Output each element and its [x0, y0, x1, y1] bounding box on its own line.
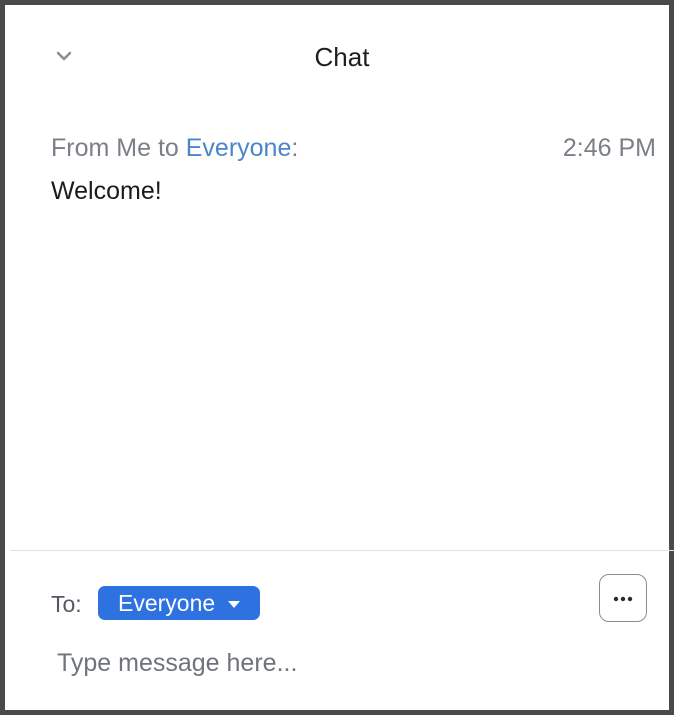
message-timestamp: 2:46 PM [562, 134, 656, 162]
message-sender-line: From Me to Everyone: [51, 134, 298, 163]
recipient-dropdown-label: Everyone [118, 589, 216, 616]
message-recipient-link[interactable]: Everyone [186, 134, 292, 162]
recipient-dropdown[interactable]: Everyone [98, 586, 261, 620]
message-text[interactable]: Welcome! [51, 177, 162, 206]
caret-down-icon [228, 600, 241, 608]
composer-divider [10, 550, 674, 551]
message-from-prefix: From Me to [51, 134, 186, 162]
message-list: From Me to Everyone: 2:46 PM Welcome! [10, 100, 674, 550]
message-meta-suffix: : [291, 134, 299, 162]
more-options-button[interactable] [599, 574, 647, 622]
more-options-icon [612, 589, 634, 607]
chat-header: Chat [10, 10, 674, 100]
message-input[interactable] [51, 641, 637, 685]
to-label: To: [51, 591, 82, 617]
chat-title: Chat [314, 42, 370, 72]
chat-panel: Chat From Me to Everyone: 2:46 PM Welcom… [0, 0, 674, 715]
